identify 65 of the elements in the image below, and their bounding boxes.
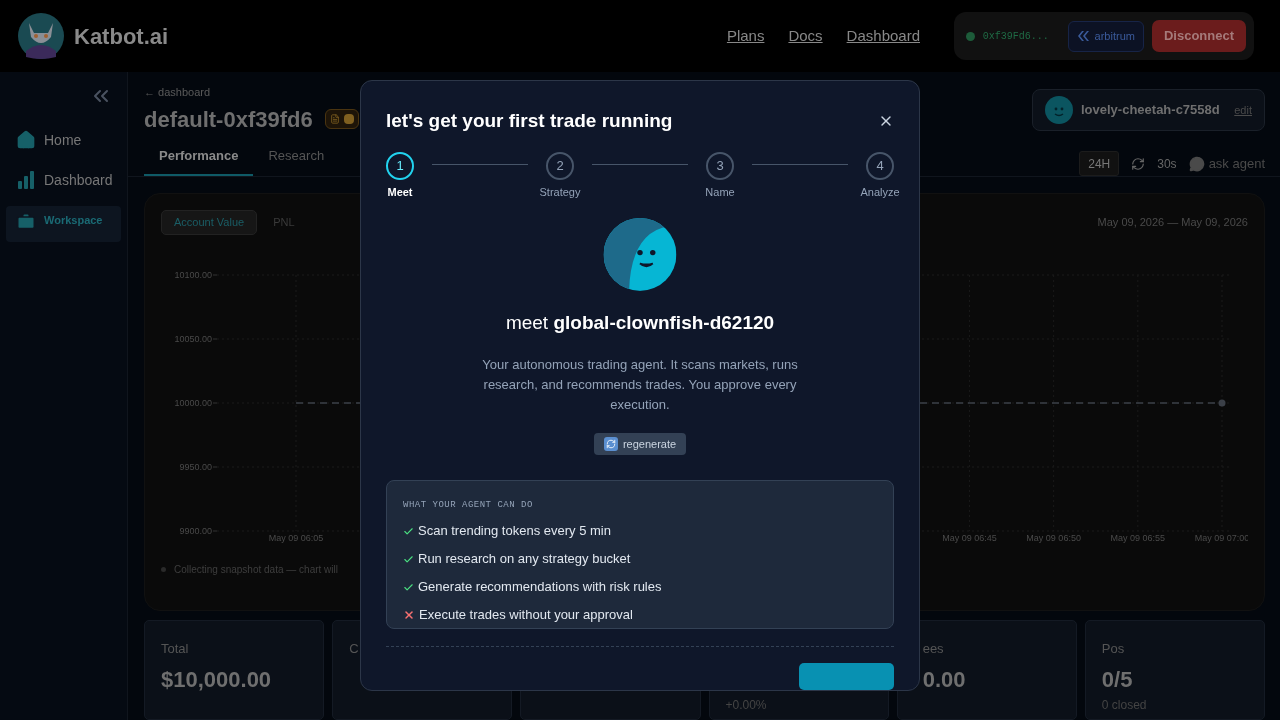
capability-text: Generate recommendations with risk rules (418, 578, 662, 597)
step-label: Analyze (860, 184, 900, 200)
stat-label: ees (922, 640, 945, 657)
stat-subtext: +0.00% (725, 697, 768, 714)
edit-link[interactable]: edit (1234, 101, 1252, 119)
dialog-title: let's get your first trade running (386, 109, 673, 133)
panel-heading: WHAT YOUR AGENT CAN DO (403, 499, 534, 513)
capability-text: Run research on any strategy bucket (418, 550, 631, 569)
stat-value: 0/5 (1101, 666, 1134, 694)
step-label: Meet (387, 184, 413, 200)
breadcrumb-link[interactable]: ← dashboard (144, 84, 359, 101)
axis-label: 10100.00 (174, 270, 212, 280)
step-label: Name (705, 184, 735, 200)
avatar-icon (1045, 96, 1073, 124)
brand-name: Katbot.ai (74, 22, 169, 51)
chevrons-icon (1076, 30, 1091, 42)
tab[interactable]: Research (253, 138, 340, 176)
agent-greeting: meet global-clownfish-d62120 (505, 310, 775, 335)
axis-label: 10000.00 (174, 398, 212, 408)
stat-value: 0.00 (922, 666, 967, 694)
wallet-address: 0xf39Fd6... (982, 29, 1050, 44)
check-icon (403, 581, 414, 593)
axis-label: 9900.00 (179, 526, 212, 536)
nav-link[interactable]: Dashboard (846, 24, 920, 48)
continue-button[interactable] (799, 662, 894, 690)
sidebar-item[interactable]: Home (6, 120, 121, 160)
agent-description: Your autonomous trading agent. It scans markets, runs research, and recommends trades. You approve every execution. (481, 356, 799, 415)
agent-name: lovely-cheetah-c7558d (1081, 101, 1220, 120)
bar-chart-icon (16, 170, 36, 190)
network-chip[interactable]: arbitrum (1067, 20, 1144, 52)
refresh-icon (603, 437, 618, 452)
regenerate-button[interactable]: regenerate (593, 433, 687, 456)
stat-label: Pos (1101, 640, 1126, 657)
check-icon (403, 553, 414, 565)
badge-mark (343, 114, 354, 124)
date-range: May 09, 2026 — May 09, 2026 (1097, 215, 1248, 231)
tab[interactable]: Performance (144, 138, 254, 176)
refresh-icon[interactable] (1131, 156, 1146, 171)
chart-toggle[interactable]: Account Value (161, 210, 258, 235)
check-icon (403, 525, 414, 537)
axis-label: May 09 06:45 (942, 533, 997, 543)
capability-text: Execute trades without your approval (419, 606, 633, 625)
sidebar-item[interactable]: Workspace (6, 206, 121, 242)
refresh-interval: 30s (1157, 155, 1177, 173)
sidebar-item[interactable]: Dashboard (6, 160, 121, 200)
briefcase-icon (16, 212, 36, 232)
nav-link[interactable]: Plans (726, 24, 765, 48)
axis-label: 9950.00 (179, 462, 212, 472)
cross-icon (403, 609, 415, 622)
logo-icon (16, 11, 66, 61)
stat-value: $10,000.00 (161, 666, 273, 694)
chat-icon (1188, 155, 1205, 172)
stat-label: C (349, 640, 360, 657)
capability-text: Scan trending tokens every 5 min (418, 522, 611, 541)
nav-link[interactable]: Docs (788, 24, 823, 48)
stat-label: Total (161, 640, 190, 657)
range-button[interactable]: 24H (1079, 151, 1120, 176)
axis-label: 10050.00 (174, 334, 212, 344)
step-label: Strategy (539, 184, 581, 200)
disconnect-button[interactable]: Disconnect (1151, 20, 1246, 52)
ask-agent-button[interactable]: ask agent (1188, 153, 1265, 174)
document-icon (329, 114, 340, 124)
home-icon (16, 130, 36, 150)
axis-label: May 09 06:50 (1026, 533, 1081, 543)
page-title: default-0xf39fd6 (144, 105, 313, 134)
